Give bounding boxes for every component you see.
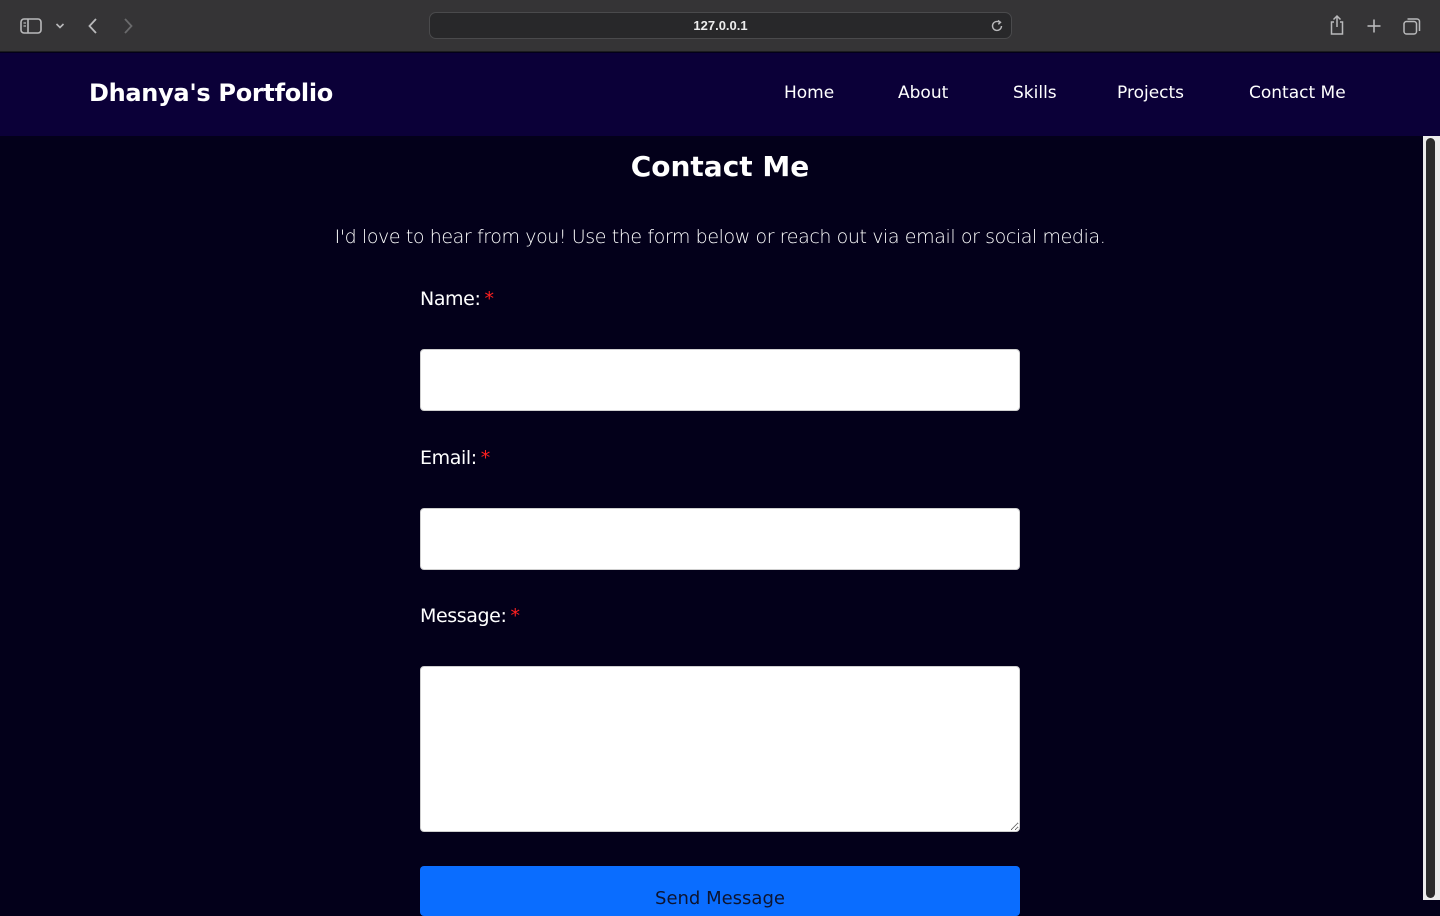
forward-arrow-icon[interactable]: [117, 14, 139, 38]
tab-overview-icon[interactable]: [1400, 14, 1424, 38]
nav-link-contact[interactable]: Contact Me: [1249, 83, 1346, 103]
scrollbar-thumb[interactable]: [1426, 138, 1435, 898]
contact-section: Contact Me I'd love to hear from you! Us…: [0, 136, 1423, 916]
site-navbar: Dhanya's Portfolio Home About Skills Pro…: [0, 53, 1440, 136]
reload-icon[interactable]: [989, 18, 1005, 34]
name-label-text: Name:: [420, 288, 481, 310]
email-field[interactable]: [420, 508, 1020, 570]
required-marker: *: [480, 447, 491, 469]
email-label: Email: *: [420, 447, 490, 469]
site-brand[interactable]: Dhanya's Portfolio: [89, 79, 333, 107]
address-bar[interactable]: 127.0.0.1: [429, 12, 1012, 39]
name-field[interactable]: [420, 349, 1020, 411]
plus-icon[interactable]: [1363, 14, 1385, 38]
message-field[interactable]: [420, 666, 1020, 832]
send-message-button[interactable]: Send Message: [420, 866, 1020, 916]
contact-intro: I'd love to hear from you! Use the form …: [334, 226, 1106, 248]
name-label: Name: *: [420, 288, 494, 310]
url-text: 127.0.0.1: [693, 18, 748, 33]
back-arrow-icon[interactable]: [82, 14, 104, 38]
browser-toolbar: 127.0.0.1: [0, 0, 1440, 52]
share-icon[interactable]: [1326, 13, 1348, 37]
nav-link-skills[interactable]: Skills: [1013, 83, 1057, 103]
nav-link-about[interactable]: About: [898, 83, 948, 103]
message-label: Message: *: [420, 605, 520, 627]
sidebar-toggle-icon[interactable]: [18, 14, 44, 38]
page-scrollbar[interactable]: [1423, 136, 1440, 900]
nav-link-projects[interactable]: Projects: [1117, 83, 1184, 103]
required-marker: *: [484, 288, 494, 310]
nav-link-home[interactable]: Home: [784, 83, 834, 103]
required-marker: *: [510, 605, 520, 627]
page-title: Contact Me: [630, 150, 810, 183]
message-label-text: Message:: [420, 605, 507, 627]
email-label-text: Email:: [420, 447, 477, 469]
chevron-down-icon[interactable]: [53, 18, 67, 34]
